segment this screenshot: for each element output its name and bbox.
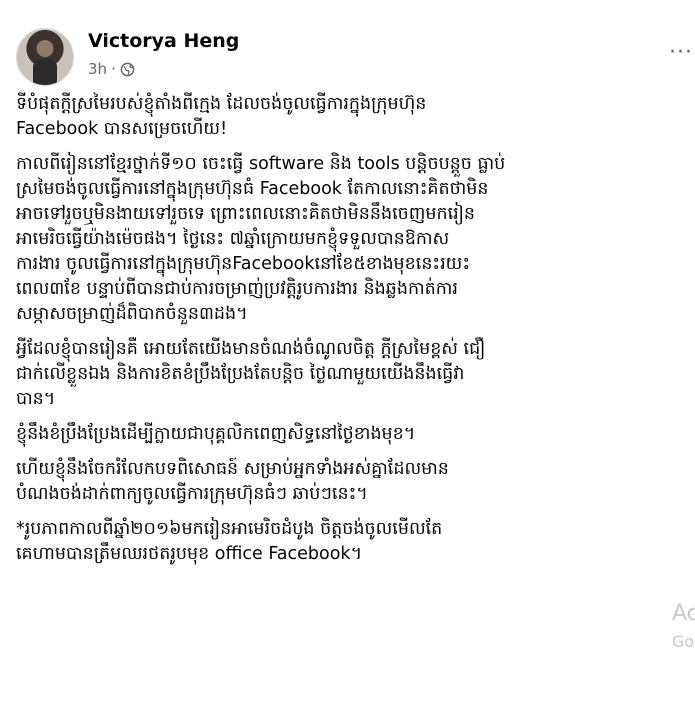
post-text-line: បំណងចង់ដាក់ពាក្យចូលធ្វើការក្រុមហ៊ុនធំៗ ឆ… bbox=[16, 484, 368, 504]
post-text-line: ស្រមៃចង់ចូលធ្វើការនៅក្នុងក្រុមហ៊ុនធំ Fac… bbox=[16, 179, 489, 199]
author-avatar[interactable] bbox=[16, 28, 74, 86]
post-paragraph: អ្វីដែលខ្ញុំបានរៀនគឺ អោយតែយើងមានចំណង់ចំណ… bbox=[16, 337, 695, 412]
post-paragraph: ទីបំផុតក្តីស្រមៃរបស់ខ្ញុំតាំងពីក្មេង ដែល… bbox=[16, 92, 695, 142]
post-paragraph: ខ្ញុំនឹងខំប្រឹងប្រែងដើម្បីក្លាយជាបុគ្គលិ… bbox=[16, 422, 695, 447]
post-header: Victorya Heng 3h · ··· bbox=[16, 24, 695, 88]
post-paragraph: កាលពីរៀននៅខ្មែរថ្នាក់ទី១០ ចេះធ្វើ softwa… bbox=[16, 152, 695, 327]
facebook-post: Victorya Heng 3h · ··· ទីបំផុតក្តីស្រមៃរ… bbox=[0, 0, 695, 702]
watermark-line-2: Go bbox=[672, 632, 695, 651]
post-time[interactable]: 3h bbox=[88, 60, 107, 78]
post-text-line: បាន។ bbox=[16, 389, 56, 409]
post-meta: 3h · bbox=[88, 60, 135, 78]
post-paragraph: ហើយខ្ញុំនឹងចែករំលែកបទពិសោធន៍ សម្រាប់អ្នក… bbox=[16, 457, 695, 507]
author-name[interactable]: Victorya Heng bbox=[88, 30, 239, 52]
post-text-line: Facebook បានសម្រេចហើយ! bbox=[16, 119, 228, 139]
post-text-line: គេហាមបានត្រឹមឈរថតរូបមុខ office Facebook។ bbox=[16, 544, 363, 564]
post-text-line: អ្វីដែលខ្ញុំបានរៀនគឺ អោយតែយើងមានចំណង់ចំណ… bbox=[16, 339, 486, 359]
post-text-line: កាលពីរៀននៅខ្មែរថ្នាក់ទី១០ ចេះធ្វើ softwa… bbox=[16, 154, 506, 174]
post-text-line: ទីបំផុតក្តីស្រមៃរបស់ខ្ញុំតាំងពីក្មេង ដែល… bbox=[16, 94, 427, 114]
post-text-line: ការងារ ចូលធ្វើការនៅក្នុងក្រុមហ៊ុនFaceboo… bbox=[16, 254, 471, 274]
post-text-line: ពេល៣ខែ បន្ទាប់ពីបានជាប់ការចម្រាញ់ប្រវត្ត… bbox=[16, 279, 458, 299]
post-text-line: ហើយខ្ញុំនឹងចែករំលែកបទពិសោធន៍ សម្រាប់អ្នក… bbox=[16, 459, 449, 479]
ellipsis-icon[interactable]: ··· bbox=[669, 40, 693, 65]
post-text: ទីបំផុតក្តីស្រមៃរបស់ខ្ញុំតាំងពីក្មេង ដែល… bbox=[16, 92, 695, 577]
post-text-line: អាមេរិចធ្វើយ៉ាងម៉េចផង។ ថ្ងៃនេះ ៧ឆ្នាំក្រ… bbox=[16, 229, 450, 249]
activate-windows-watermark: Ac Go bbox=[672, 600, 695, 656]
globe-icon[interactable] bbox=[120, 62, 135, 77]
meta-separator: · bbox=[111, 60, 116, 78]
post-text-line: ខ្ញុំនឹងខំប្រឹងប្រែងដើម្បីក្លាយជាបុគ្គលិ… bbox=[16, 424, 416, 444]
post-text-line: អាចទៅរួចឬមិនងាយទៅរួចទេ ព្រោះពេលនោះគិតថាម… bbox=[16, 204, 476, 224]
post-paragraph: *រូបភាពកាលពីឆ្នាំ២០១៦មករៀនអាមេរិចដំបូង ច… bbox=[16, 517, 695, 567]
watermark-line-1: Ac bbox=[672, 601, 695, 626]
post-text-line: *រូបភាពកាលពីឆ្នាំ២០១៦មករៀនអាមេរិចដំបូង ច… bbox=[16, 519, 443, 539]
post-text-line: ជាក់លើខ្លួនឯង និងការខិតខំប្រឹងប្រែងតែបន្… bbox=[16, 364, 465, 384]
post-text-line: សម្ភាសចម្រាញ់ដ៏ពិបាកចំនួន៣ដង។ bbox=[16, 304, 248, 324]
